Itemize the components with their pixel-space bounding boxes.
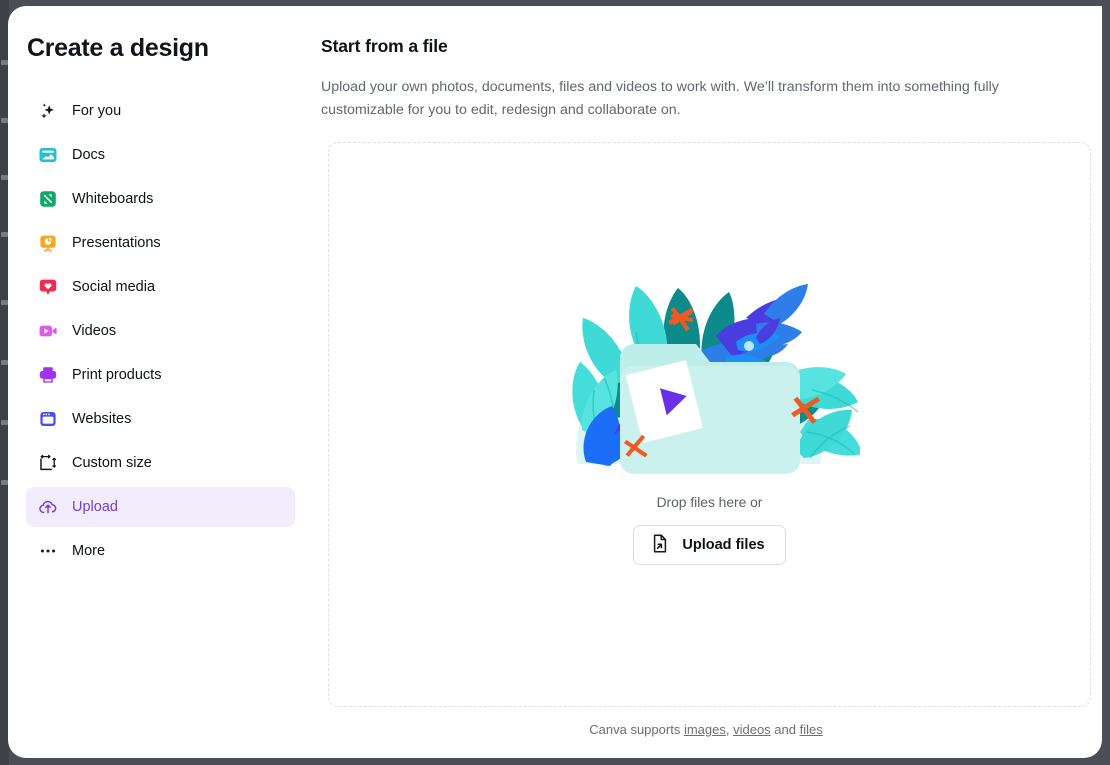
printer-icon <box>38 365 58 385</box>
sidebar-item-websites[interactable]: Websites <box>26 399 295 439</box>
folder-with-media-illustration <box>560 262 860 477</box>
app-window: Create a design For you Docs Whiteboards… <box>0 0 1110 765</box>
drop-files-text: Drop files here or <box>656 495 763 510</box>
sidebar-item-label: Websites <box>72 410 132 427</box>
sparkles-icon <box>38 101 58 121</box>
sidebar-item-presentations[interactable]: Presentations <box>26 223 295 263</box>
main-content: Start from a file Upload your own photos… <box>321 6 1102 758</box>
sidebar-item-label: Presentations <box>72 234 161 251</box>
sidebar-item-label: Upload <box>72 498 118 515</box>
files-link[interactable]: files <box>800 722 823 737</box>
sidebar-item-label: Print products <box>72 366 162 383</box>
sidebar-item-videos[interactable]: Videos <box>26 311 295 351</box>
presentation-icon <box>38 233 58 253</box>
sidebar-item-label: Videos <box>72 322 117 339</box>
browser-window-icon <box>38 409 58 429</box>
sidebar-item-social-media[interactable]: Social media <box>26 267 295 307</box>
cloud-upload-icon <box>38 497 58 517</box>
images-link[interactable]: images <box>684 722 726 737</box>
sidebar-item-more[interactable]: More <box>26 531 295 571</box>
sidebar: Create a design For you Docs Whiteboards… <box>8 6 313 758</box>
videos-link[interactable]: videos <box>733 722 771 737</box>
create-a-design-modal: Create a design For you Docs Whiteboards… <box>8 6 1102 758</box>
upload-files-label: Upload files <box>682 537 765 553</box>
content-heading: Start from a file <box>321 36 448 56</box>
supports-prefix: Canva supports <box>589 722 684 737</box>
sidebar-item-label: Custom size <box>72 454 152 471</box>
file-dropzone[interactable]: Drop files here or Upload files <box>328 142 1091 707</box>
custom-size-icon <box>38 453 58 473</box>
docs-icon <box>38 145 58 165</box>
sidebar-item-label: More <box>72 542 106 559</box>
sidebar-item-label: Whiteboards <box>72 190 154 207</box>
sidebar-item-docs[interactable]: Docs <box>26 135 295 175</box>
sidebar-item-label: Social media <box>72 278 156 295</box>
sidebar-item-custom-size[interactable]: Custom size <box>26 443 295 483</box>
file-upload-icon <box>650 533 670 557</box>
video-camera-icon <box>38 321 58 341</box>
upload-files-button[interactable]: Upload files <box>633 525 786 565</box>
sidebar-item-for-you[interactable]: For you <box>26 91 295 131</box>
sidebar-item-print-products[interactable]: Print products <box>26 355 295 395</box>
sidebar-item-label: For you <box>72 102 122 119</box>
heart-bubble-icon <box>38 277 58 297</box>
content-description: Upload your own photos, documents, files… <box>321 79 999 118</box>
sidebar-item-upload[interactable]: Upload <box>26 487 295 527</box>
supported-formats-note: Canva supports images, videos and files <box>321 722 1091 737</box>
ellipsis-icon <box>38 541 58 561</box>
sidebar-nav-list: For you Docs Whiteboards Presentations S… <box>26 91 295 571</box>
supports-sep-1: , <box>725 722 734 737</box>
whiteboard-icon <box>38 189 58 209</box>
sidebar-item-whiteboards[interactable]: Whiteboards <box>26 179 295 219</box>
supports-sep-2: and <box>770 722 800 737</box>
page-title: Create a design <box>27 34 209 62</box>
sidebar-item-label: Docs <box>72 146 106 163</box>
